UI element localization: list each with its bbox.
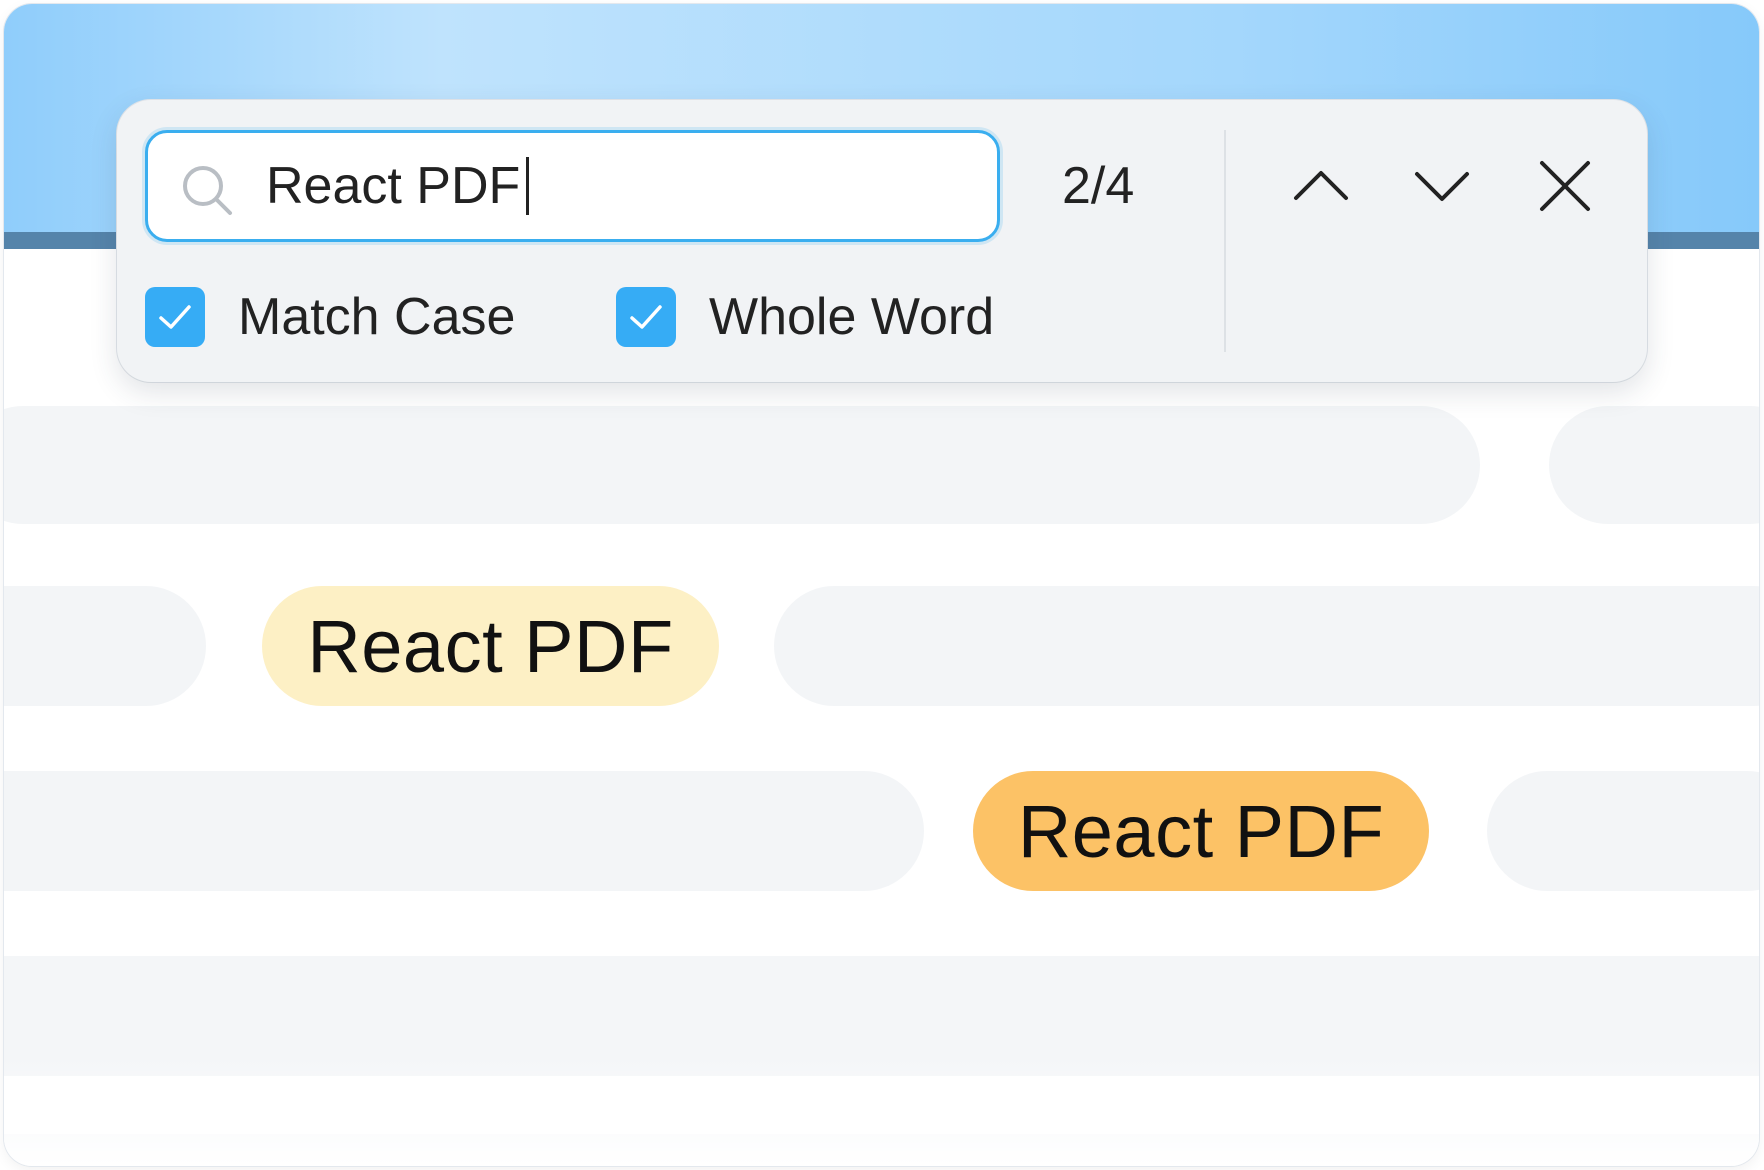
text-line-placeholder	[4, 771, 924, 891]
checkmark-icon	[159, 305, 191, 329]
search-match-text: React PDF	[1017, 789, 1385, 873]
find-bar: React PDF 2/4 Match Case Whole Word	[117, 100, 1647, 382]
bottom-fade	[4, 1056, 1759, 1166]
text-line-placeholder	[1487, 771, 1759, 891]
match-case-label: Match Case	[238, 288, 516, 346]
checkmark-icon	[630, 305, 662, 329]
search-query: React PDF	[266, 157, 521, 215]
previous-match-button[interactable]	[1283, 148, 1359, 224]
whole-word-label: Whole Word	[709, 288, 995, 346]
chevron-down-icon	[1415, 172, 1469, 201]
whole-word-option[interactable]: Whole Word	[616, 286, 994, 348]
whole-word-checkbox[interactable]	[616, 287, 676, 347]
document-viewer: React PDF React PDF React PDF 2/4 Match …	[4, 4, 1759, 1166]
search-icon	[183, 166, 232, 215]
text-line-placeholder	[774, 586, 1759, 706]
match-count: 2/4	[1062, 157, 1135, 215]
close-icon	[1540, 161, 1590, 211]
text-caret	[526, 157, 530, 215]
search-input[interactable]: React PDF	[145, 130, 1000, 242]
text-line-placeholder	[1549, 406, 1759, 524]
match-case-checkbox[interactable]	[145, 287, 205, 347]
match-case-option[interactable]: Match Case	[145, 286, 515, 348]
chevron-up-icon	[1294, 171, 1348, 200]
close-find-bar-button[interactable]	[1527, 148, 1603, 224]
text-line-placeholder	[4, 406, 1480, 524]
current-search-match-highlight[interactable]: React PDF	[973, 771, 1429, 891]
search-match-highlight[interactable]: React PDF	[262, 586, 719, 706]
find-bar-divider	[1224, 130, 1226, 352]
next-match-button[interactable]	[1404, 148, 1480, 224]
search-match-text: React PDF	[307, 604, 674, 688]
text-line-placeholder	[4, 586, 206, 706]
search-query-wrapper: React PDF	[266, 133, 530, 239]
